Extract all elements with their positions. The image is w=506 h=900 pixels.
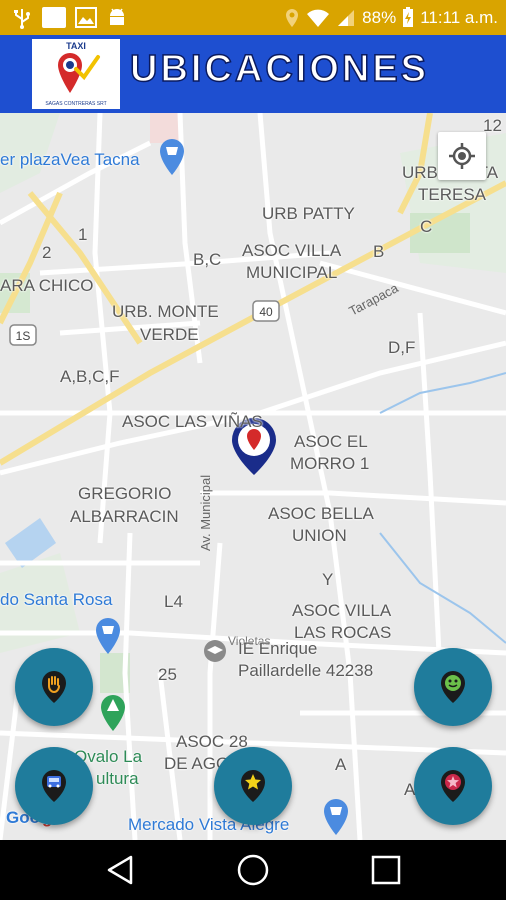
back-triangle-icon <box>107 855 133 885</box>
map-label: Paillardelle 42238 <box>238 661 374 680</box>
map-label: UNION <box>292 526 347 545</box>
map-label: B,C <box>193 250 222 269</box>
map-label: 2 <box>42 243 52 262</box>
map-label: URB. MONTE <box>112 302 219 321</box>
green-face-filter-button[interactable] <box>414 648 492 726</box>
map-label: A <box>335 755 347 774</box>
park-poi-icon <box>101 695 125 731</box>
route-40-shield: 40 <box>252 300 280 322</box>
map-label: ASOC LAS VIÑAS <box>122 412 263 431</box>
green-face-pin-icon <box>441 671 465 703</box>
badge-pin-icon <box>441 770 465 802</box>
notification-square-icon <box>42 7 66 28</box>
shopping-cart-poi-icon <box>96 618 120 654</box>
taxi-logo-icon: TAXI SAGAS CONTRERAS SRT <box>45 41 106 107</box>
shopping-cart-poi-icon <box>324 799 348 835</box>
wifi-icon <box>307 9 330 27</box>
svg-text:SAGAS CONTRERAS SRT: SAGAS CONTRERAS SRT <box>45 101 106 107</box>
android-icon <box>110 8 124 25</box>
map-view[interactable]: 40 1S Tarapaca Av. Municipal Violetas er… <box>0 113 506 840</box>
map-label: B <box>373 242 385 261</box>
my-location-button[interactable] <box>438 132 486 180</box>
map-label: 1 <box>78 225 88 244</box>
badge-filter-button[interactable] <box>414 747 492 825</box>
map-label: IE Enrique <box>238 639 318 658</box>
map-label: 25 <box>158 665 177 684</box>
bus-pin-icon <box>42 770 66 802</box>
star-filter-button[interactable] <box>214 747 292 825</box>
recents-square-icon <box>371 855 401 885</box>
map-label: ASOC EL <box>294 432 368 451</box>
map-label: ultura <box>96 769 139 788</box>
route-1s-shield: 1S <box>9 324 37 346</box>
crosshair-icon <box>449 143 475 169</box>
map-label: ASOC BELLA <box>268 504 374 523</box>
usb-icon <box>14 9 30 29</box>
signal-icon <box>338 9 355 26</box>
map-label: do Santa Rosa <box>0 590 113 609</box>
tarapaca-road-label: Tarapaca <box>346 280 401 319</box>
location-icon <box>286 8 299 27</box>
map-label: A,B,C,F <box>60 367 120 386</box>
map-label: MORRO 1 <box>290 454 370 473</box>
map-label: GREGORIO <box>78 484 172 503</box>
map-label: URB PATTY <box>262 204 355 223</box>
image-icon <box>75 7 97 28</box>
map-label: er plazaVea Tacna <box>0 150 140 169</box>
status-right: 88% 11:11 a.m. <box>284 0 498 35</box>
system-navigation-bar <box>0 840 506 900</box>
map-label: L4 <box>164 592 183 611</box>
status-bar: 88% 11:11 a.m. <box>0 0 506 35</box>
home-button[interactable] <box>235 852 271 888</box>
page-title: UBICACIONES <box>129 47 430 91</box>
hand-pin-icon <box>42 671 66 703</box>
app-logo: TAXI SAGAS CONTRERAS SRT <box>32 39 120 109</box>
battery-percent: 88% <box>362 7 397 27</box>
map-label: ASOC VILLA <box>242 241 342 260</box>
svg-text:40: 40 <box>259 305 273 319</box>
map-label: ARA CHICO <box>0 276 94 295</box>
map-label: Y <box>322 570 334 589</box>
map-label: C <box>420 217 433 236</box>
map-label: MUNICIPAL <box>246 263 338 282</box>
svg-text:TAXI: TAXI <box>66 41 86 51</box>
school-poi-icon <box>204 640 226 662</box>
map-label: ALBARRACIN <box>70 507 179 526</box>
hand-filter-button[interactable] <box>15 648 93 726</box>
map-label: D,F <box>388 338 416 357</box>
back-button[interactable] <box>102 852 138 888</box>
star-pin-icon <box>241 770 265 802</box>
bus-filter-button[interactable] <box>15 747 93 825</box>
map-label: ASOC VILLA <box>292 601 392 620</box>
av-municipal-road-label: Av. Municipal <box>198 475 213 551</box>
battery-charging-icon <box>403 7 414 27</box>
home-circle-icon <box>237 854 269 886</box>
map-label: TERESA <box>418 185 487 204</box>
recents-button[interactable] <box>368 852 404 888</box>
svg-text:1S: 1S <box>16 329 31 343</box>
clock: 11:11 a.m. <box>420 7 498 27</box>
map-label: VERDE <box>140 325 199 344</box>
